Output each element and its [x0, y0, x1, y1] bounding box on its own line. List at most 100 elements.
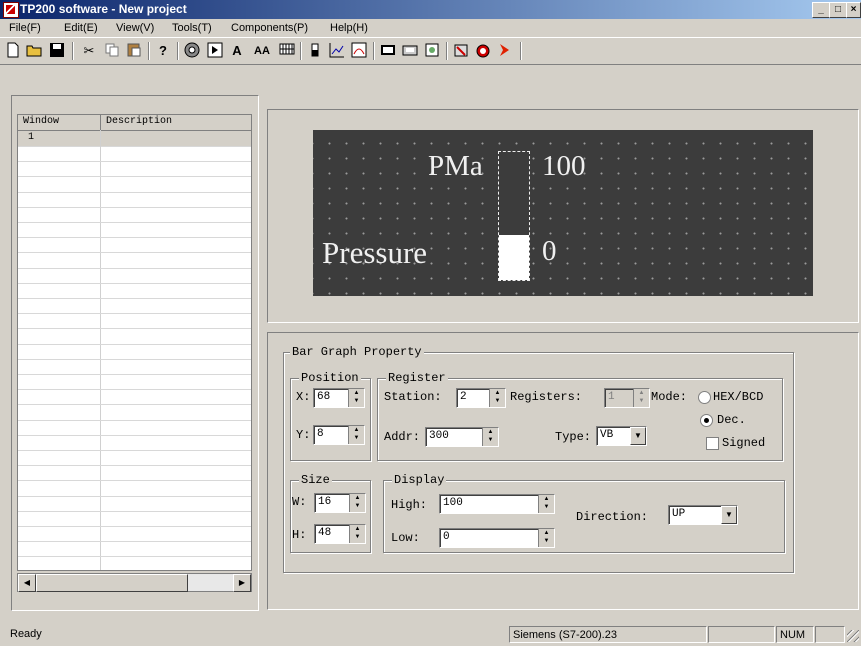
- scroll-thumb[interactable]: [36, 574, 188, 592]
- table-row[interactable]: [18, 313, 251, 330]
- bar-graph[interactable]: [498, 151, 530, 281]
- mode-hexbcd-label[interactable]: HEX/BCD: [713, 390, 763, 404]
- alarm-icon[interactable]: [452, 42, 470, 60]
- scroll-right-icon[interactable]: ▶: [233, 574, 251, 592]
- help-icon[interactable]: ?: [154, 42, 172, 60]
- menu-file[interactable]: File(F): [9, 22, 41, 34]
- signed-checkbox[interactable]: [706, 437, 719, 450]
- text-icon[interactable]: A: [228, 42, 246, 60]
- bargraph-icon[interactable]: [306, 42, 324, 60]
- image-icon[interactable]: [423, 42, 441, 60]
- menu-view[interactable]: View(V): [116, 22, 154, 34]
- play-icon[interactable]: [206, 42, 224, 60]
- chevron-down-icon[interactable]: ▼: [630, 427, 646, 445]
- spin-arrows-icon[interactable]: ▲ ▼: [348, 389, 364, 407]
- table-row[interactable]: [18, 253, 251, 269]
- table-row[interactable]: [18, 557, 251, 570]
- table-row[interactable]: [18, 420, 251, 436]
- menu-edit[interactable]: Edit(E): [64, 22, 98, 34]
- horizontal-scrollbar[interactable]: ◀ ▶: [17, 573, 252, 592]
- pressure-label[interactable]: Pressure: [322, 235, 427, 271]
- unit-label[interactable]: PMa: [428, 150, 483, 183]
- w-spinbox[interactable]: 16 ▲ ▼: [314, 493, 366, 513]
- paste-icon[interactable]: [125, 42, 143, 60]
- spin-arrows-icon[interactable]: ▲ ▼: [538, 495, 554, 513]
- grid-icon[interactable]: [278, 42, 296, 60]
- table-row[interactable]: [18, 450, 251, 467]
- table-row[interactable]: [18, 329, 251, 345]
- table-row[interactable]: [18, 161, 251, 178]
- frame-icon[interactable]: [379, 42, 397, 60]
- spin-arrows-icon[interactable]: ▲ ▼: [482, 428, 498, 446]
- copy-icon[interactable]: [103, 42, 121, 60]
- minimize-button[interactable]: _: [812, 2, 830, 18]
- menu-help[interactable]: Help(H): [330, 22, 368, 34]
- spin-arrows-icon[interactable]: ▲ ▼: [489, 389, 505, 407]
- table-row[interactable]: [18, 511, 251, 527]
- table-row[interactable]: [18, 146, 251, 163]
- table-row[interactable]: [18, 374, 251, 391]
- menu-tools[interactable]: Tools(T): [172, 22, 212, 34]
- table-row[interactable]: [18, 435, 251, 451]
- double-text-icon[interactable]: AA: [250, 42, 274, 60]
- open-icon[interactable]: [26, 42, 44, 60]
- table-row[interactable]: [18, 237, 251, 254]
- close-button[interactable]: ×: [846, 2, 861, 18]
- low-value-label[interactable]: 0: [542, 235, 557, 268]
- signed-label[interactable]: Signed: [722, 436, 765, 450]
- table-row[interactable]: [18, 268, 251, 284]
- maximize-button[interactable]: □: [829, 2, 847, 18]
- table-row[interactable]: [18, 192, 251, 208]
- trend-icon[interactable]: [328, 42, 346, 60]
- table-row[interactable]: [18, 207, 251, 223]
- clock-icon[interactable]: [474, 42, 492, 60]
- chevron-down-icon[interactable]: ▼: [721, 506, 737, 524]
- table-row[interactable]: 1: [18, 131, 251, 147]
- table-row[interactable]: [18, 222, 251, 239]
- position-title: Position: [299, 371, 361, 385]
- plc-status: Siemens (S7-200).23: [509, 626, 707, 643]
- button-icon[interactable]: [401, 42, 419, 60]
- station-spinbox[interactable]: 2 ▲ ▼: [456, 388, 506, 408]
- x-spinbox[interactable]: 68 ▲ ▼: [313, 388, 365, 408]
- addr-spinbox[interactable]: 300 ▲ ▼: [425, 427, 499, 447]
- y-label: Y:: [296, 428, 311, 442]
- table-row[interactable]: [18, 405, 251, 421]
- table-row[interactable]: [18, 344, 251, 360]
- table-row[interactable]: [18, 177, 251, 193]
- table-row[interactable]: [18, 496, 251, 512]
- arrow-icon[interactable]: [496, 42, 514, 60]
- meter-icon[interactable]: [350, 42, 368, 60]
- menu-components[interactable]: Components(P): [231, 22, 308, 34]
- direction-dropdown[interactable]: UP ▼: [668, 505, 738, 525]
- table-row[interactable]: [18, 481, 251, 497]
- table-row[interactable]: [18, 283, 251, 299]
- low-spinbox[interactable]: 0 ▲ ▼: [439, 528, 555, 548]
- target-icon[interactable]: [183, 42, 201, 60]
- mode-dec-label[interactable]: Dec.: [717, 413, 746, 427]
- save-icon[interactable]: [48, 42, 66, 60]
- spin-arrows-icon[interactable]: ▲ ▼: [349, 494, 365, 512]
- table-row[interactable]: [18, 465, 251, 482]
- spin-arrows-icon[interactable]: ▲ ▼: [538, 529, 554, 547]
- table-row[interactable]: [18, 298, 251, 315]
- resize-grip-icon[interactable]: [847, 630, 859, 642]
- type-dropdown[interactable]: VB ▼: [596, 426, 647, 446]
- table-row[interactable]: [18, 359, 251, 375]
- table-row[interactable]: [18, 389, 251, 406]
- spin-arrows-icon[interactable]: ▲ ▼: [348, 426, 364, 444]
- high-value-label[interactable]: 100: [542, 150, 586, 183]
- new-icon[interactable]: [4, 42, 22, 60]
- cut-icon[interactable]: ✂: [80, 42, 98, 60]
- column-header-description[interactable]: Description: [106, 116, 172, 127]
- table-row[interactable]: [18, 541, 251, 558]
- mode-hexbcd-radio[interactable]: [698, 391, 711, 404]
- h-spinbox[interactable]: 48 ▲ ▼: [314, 524, 366, 544]
- table-row[interactable]: [18, 526, 251, 543]
- spin-arrows-icon[interactable]: ▲ ▼: [349, 525, 365, 543]
- mode-dec-radio[interactable]: [700, 414, 713, 427]
- scroll-left-icon[interactable]: ◀: [18, 574, 36, 592]
- high-spinbox[interactable]: 100 ▲ ▼: [439, 494, 555, 514]
- y-spinbox[interactable]: 8 ▲ ▼: [313, 425, 365, 445]
- column-header-window[interactable]: Window: [23, 116, 59, 127]
